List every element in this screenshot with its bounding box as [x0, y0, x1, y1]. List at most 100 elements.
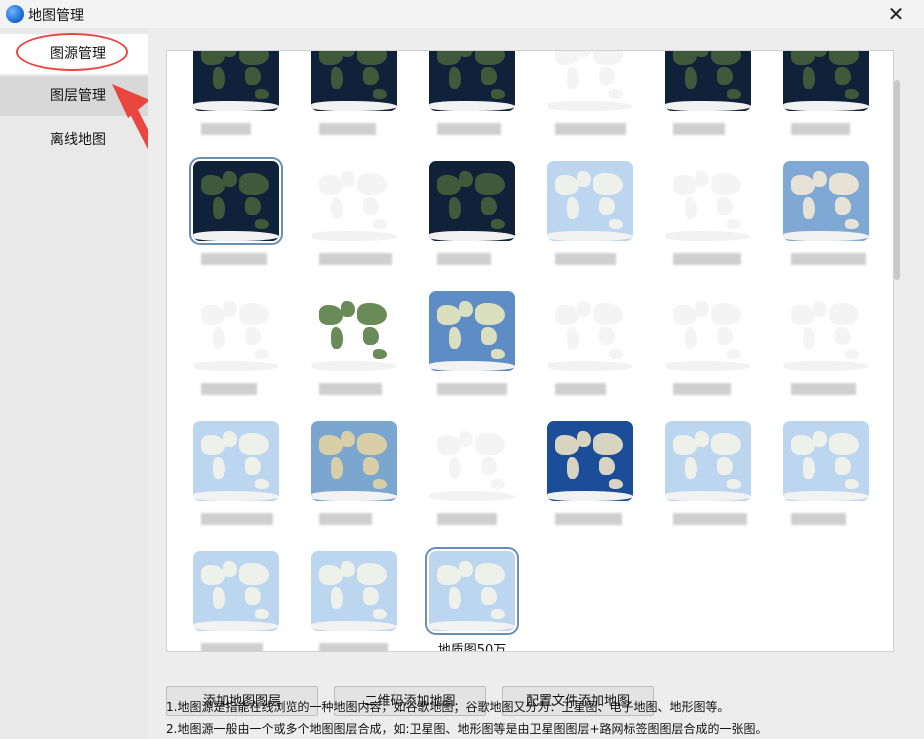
map-source-tile[interactable]: [665, 421, 751, 501]
map-land-shape: [193, 101, 279, 111]
map-source-tile[interactable]: [783, 291, 869, 371]
map-source-tile[interactable]: [429, 291, 515, 371]
map-land-shape: [239, 51, 269, 65]
map-land-shape: [331, 587, 343, 609]
map-land-shape: [727, 219, 741, 229]
map-source-tile[interactable]: [547, 51, 633, 111]
map-land-shape: [245, 67, 261, 85]
map-land-shape: [341, 51, 355, 57]
map-land-shape: [491, 609, 505, 619]
map-land-shape: [341, 561, 355, 577]
map-land-shape: [363, 327, 379, 345]
map-land-shape: [357, 303, 387, 325]
map-land-shape: [673, 305, 697, 325]
map-source-tile[interactable]: [425, 547, 519, 635]
map-land-shape: [567, 197, 579, 219]
close-button[interactable]: ✕: [878, 0, 914, 28]
note-line-1: 1.地图源是指能在线浏览的一种地图内容，如谷歌地图；谷歌地图又分为：卫星图、电子…: [166, 700, 730, 714]
map-land-shape: [449, 197, 461, 219]
map-land-shape: [223, 301, 237, 317]
title-bar: 地图管理 ✕: [0, 0, 924, 29]
map-source-tile[interactable]: [311, 51, 397, 111]
map-land-shape: [711, 303, 741, 325]
map-land-shape: [685, 67, 697, 89]
tile-caption-blurred: [555, 253, 616, 265]
map-land-shape: [245, 587, 261, 605]
map-land-shape: [341, 171, 355, 187]
map-land-shape: [193, 361, 279, 371]
map-land-shape: [357, 51, 387, 65]
map-source-tile[interactable]: [783, 421, 869, 501]
map-source-tile[interactable]: [311, 551, 397, 631]
map-source-tile[interactable]: [311, 421, 397, 501]
map-source-tile[interactable]: [429, 161, 515, 241]
map-land-shape: [599, 67, 615, 85]
map-source-tile[interactable]: [429, 421, 515, 501]
map-land-shape: [245, 197, 261, 215]
map-source-tile[interactable]: [665, 161, 751, 241]
tile-caption-blurred: [555, 513, 622, 525]
map-source-tile[interactable]: [547, 291, 633, 371]
map-land-shape: [475, 173, 505, 195]
map-land-shape: [449, 67, 461, 89]
grid-scrollbar[interactable]: [890, 50, 904, 650]
map-source-tile[interactable]: [547, 161, 633, 241]
map-source-tile[interactable]: [193, 551, 279, 631]
map-source-tile[interactable]: [189, 157, 283, 245]
map-land-shape: [685, 197, 697, 219]
map-source-tile[interactable]: [193, 421, 279, 501]
map-land-shape: [593, 303, 623, 325]
map-land-shape: [695, 301, 709, 317]
map-land-shape: [673, 435, 697, 455]
map-land-shape: [239, 173, 269, 195]
map-source-tile[interactable]: [193, 291, 279, 371]
map-land-shape: [717, 67, 733, 85]
map-land-shape: [555, 435, 579, 455]
map-land-shape: [803, 327, 815, 349]
scroll-thumb[interactable]: [894, 80, 900, 280]
map-land-shape: [835, 457, 851, 475]
map-land-shape: [593, 433, 623, 455]
map-land-shape: [829, 433, 859, 455]
map-land-shape: [459, 171, 473, 187]
map-land-shape: [429, 621, 515, 631]
sidebar: 图源管理 图层管理 离线地图: [0, 28, 148, 739]
map-land-shape: [791, 305, 815, 325]
map-source-tile[interactable]: [311, 161, 397, 241]
map-land-shape: [813, 431, 827, 447]
map-source-tile[interactable]: [783, 161, 869, 241]
map-land-shape: [363, 197, 379, 215]
content-area: 地质图50万 添加地图图层 二维码添加地图 配置文件添加地图: [148, 28, 924, 739]
map-land-shape: [481, 587, 497, 605]
map-land-shape: [791, 175, 815, 195]
sidebar-item-map-source[interactable]: 图源管理: [0, 34, 148, 74]
map-source-tile[interactable]: [783, 51, 869, 111]
map-land-shape: [481, 327, 497, 345]
tile-caption-blurred: [201, 383, 257, 395]
map-land-shape: [373, 609, 387, 619]
map-land-shape: [577, 51, 591, 57]
map-land-shape: [803, 67, 815, 89]
map-land-shape: [711, 173, 741, 195]
map-source-tile[interactable]: [193, 51, 279, 111]
map-land-shape: [695, 431, 709, 447]
map-land-shape: [373, 219, 387, 229]
sidebar-item-layer-manage[interactable]: 图层管理: [0, 76, 148, 116]
tile-caption-blurred: [791, 123, 850, 135]
map-source-tile[interactable]: [429, 51, 515, 111]
map-source-tile[interactable]: [665, 51, 751, 111]
map-land-shape: [567, 327, 579, 349]
map-land-shape: [845, 349, 859, 359]
map-land-shape: [449, 457, 461, 479]
map-land-shape: [331, 327, 343, 349]
map-land-shape: [429, 491, 515, 501]
map-source-tile[interactable]: [547, 421, 633, 501]
map-source-tile[interactable]: [311, 291, 397, 371]
map-land-shape: [481, 197, 497, 215]
map-source-tile[interactable]: [665, 291, 751, 371]
tile-caption-blurred: [555, 123, 626, 135]
map-land-shape: [213, 587, 225, 609]
map-land-shape: [245, 327, 261, 345]
map-land-shape: [357, 173, 387, 195]
sidebar-item-offline-map[interactable]: 离线地图: [0, 120, 148, 160]
